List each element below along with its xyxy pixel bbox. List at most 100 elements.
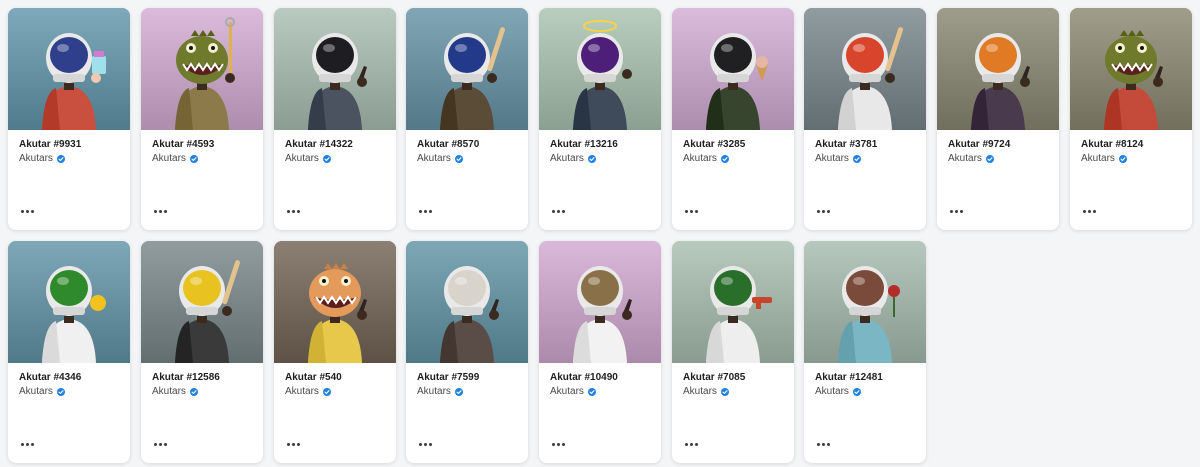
more-options-button[interactable] <box>418 441 433 448</box>
nft-card[interactable]: Akutar #8124 Akutars <box>1070 8 1192 230</box>
nft-card[interactable]: Akutar #7599 Akutars <box>406 241 528 463</box>
more-options-button[interactable] <box>1082 208 1097 215</box>
nft-title[interactable]: Akutar #9931 <box>19 139 81 150</box>
nft-image[interactable] <box>804 241 926 363</box>
ellipsis-dot <box>31 210 34 213</box>
more-options-button[interactable] <box>153 441 168 448</box>
nft-title[interactable]: Akutar #13216 <box>550 139 618 150</box>
more-options-button[interactable] <box>418 208 433 215</box>
more-options-button[interactable] <box>684 208 699 215</box>
nft-title[interactable]: Akutar #7599 <box>417 372 479 383</box>
nft-card[interactable]: Akutar #14322 Akutars <box>274 8 396 230</box>
nft-title[interactable]: Akutar #3781 <box>815 139 877 150</box>
nft-title[interactable]: Akutar #8570 <box>417 139 479 150</box>
nft-image[interactable] <box>539 241 661 363</box>
nft-image[interactable] <box>141 8 263 130</box>
collection-name[interactable]: Akutars <box>152 153 198 164</box>
nft-image[interactable] <box>672 8 794 130</box>
ellipsis-dot <box>159 443 162 446</box>
ellipsis-dot <box>827 443 830 446</box>
collection-name[interactable]: Akutars <box>19 386 65 397</box>
nft-title[interactable]: Akutar #14322 <box>285 139 353 150</box>
nft-image[interactable] <box>539 8 661 130</box>
nft-image[interactable] <box>274 241 396 363</box>
nft-title[interactable]: Akutar #4593 <box>152 139 214 150</box>
nft-title[interactable]: Akutar #12586 <box>152 372 220 383</box>
nft-card[interactable]: Akutar #8570 Akutars <box>406 8 528 230</box>
nft-title[interactable]: Akutar #540 <box>285 372 342 383</box>
collection-name[interactable]: Akutars <box>683 153 729 164</box>
nft-image[interactable] <box>8 8 130 130</box>
nft-title[interactable]: Akutar #10490 <box>550 372 618 383</box>
nft-image[interactable] <box>274 8 396 130</box>
collection-name[interactable]: Akutars <box>285 386 331 397</box>
collection-name[interactable]: Akutars <box>417 153 463 164</box>
more-options-button[interactable] <box>286 208 301 215</box>
nft-image[interactable] <box>141 241 263 363</box>
verified-check-icon <box>56 154 65 163</box>
ellipsis-dot <box>955 210 958 213</box>
nft-image[interactable] <box>406 241 528 363</box>
nft-card[interactable]: Akutar #10490 Akutars <box>539 241 661 463</box>
nft-card[interactable]: Akutar #3285 Akutars <box>672 8 794 230</box>
nft-title[interactable]: Akutar #9724 <box>948 139 1010 150</box>
nft-title[interactable]: Akutar #7085 <box>683 372 745 383</box>
verified-check-icon <box>720 154 729 163</box>
collection-name[interactable]: Akutars <box>683 386 729 397</box>
collection-name[interactable]: Akutars <box>417 386 463 397</box>
nft-image[interactable] <box>8 241 130 363</box>
ellipsis-dot <box>164 443 167 446</box>
collection-label: Akutars <box>683 153 717 164</box>
ellipsis-dot <box>562 210 565 213</box>
more-options-button[interactable] <box>20 441 35 448</box>
nft-card[interactable]: Akutar #9931 Akutars <box>8 8 130 230</box>
collection-name[interactable]: Akutars <box>550 386 596 397</box>
nft-title[interactable]: Akutar #12481 <box>815 372 883 383</box>
collection-name[interactable]: Akutars <box>152 386 198 397</box>
nft-card[interactable]: Akutar #4346 Akutars <box>8 241 130 463</box>
more-options-button[interactable] <box>551 208 566 215</box>
more-options-button[interactable] <box>153 208 168 215</box>
collection-name[interactable]: Akutars <box>550 153 596 164</box>
more-options-button[interactable] <box>20 208 35 215</box>
collection-name[interactable]: Akutars <box>1081 153 1127 164</box>
more-options-button[interactable] <box>684 441 699 448</box>
ellipsis-dot <box>1088 210 1091 213</box>
ellipsis-dot <box>1083 210 1086 213</box>
collection-name[interactable]: Akutars <box>19 153 65 164</box>
ellipsis-dot <box>817 443 820 446</box>
nft-image[interactable] <box>937 8 1059 130</box>
nft-image[interactable] <box>1070 8 1192 130</box>
nft-title[interactable]: Akutar #8124 <box>1081 139 1143 150</box>
collection-label: Akutars <box>285 153 319 164</box>
nft-title[interactable]: Akutar #4346 <box>19 372 81 383</box>
collection-name[interactable]: Akutars <box>815 386 861 397</box>
nft-card[interactable]: Akutar #540 Akutars <box>274 241 396 463</box>
more-options-button[interactable] <box>286 441 301 448</box>
nft-card[interactable]: Akutar #12586 Akutars <box>141 241 263 463</box>
nft-card[interactable]: Akutar #9724 Akutars <box>937 8 1059 230</box>
nft-card[interactable]: Akutar #3781 Akutars <box>804 8 926 230</box>
nft-card-grid: Akutar #9931 Akutars Akutar #4593 Akutars <box>0 0 1200 467</box>
ellipsis-dot <box>822 210 825 213</box>
nft-card[interactable]: Akutar #4593 Akutars <box>141 8 263 230</box>
ellipsis-dot <box>827 210 830 213</box>
collection-name[interactable]: Akutars <box>815 153 861 164</box>
nft-card[interactable]: Akutar #13216 Akutars <box>539 8 661 230</box>
collection-label: Akutars <box>19 386 53 397</box>
nft-image[interactable] <box>672 241 794 363</box>
more-options-button[interactable] <box>949 208 964 215</box>
more-options-button[interactable] <box>816 208 831 215</box>
nft-image[interactable] <box>804 8 926 130</box>
nft-card[interactable]: Akutar #7085 Akutars <box>672 241 794 463</box>
ellipsis-dot <box>685 210 688 213</box>
nft-image[interactable] <box>406 8 528 130</box>
nft-title[interactable]: Akutar #3285 <box>683 139 745 150</box>
collection-name[interactable]: Akutars <box>948 153 994 164</box>
more-options-button[interactable] <box>816 441 831 448</box>
ellipsis-dot <box>154 210 157 213</box>
ellipsis-dot <box>557 443 560 446</box>
nft-card[interactable]: Akutar #12481 Akutars <box>804 241 926 463</box>
more-options-button[interactable] <box>551 441 566 448</box>
collection-name[interactable]: Akutars <box>285 153 331 164</box>
